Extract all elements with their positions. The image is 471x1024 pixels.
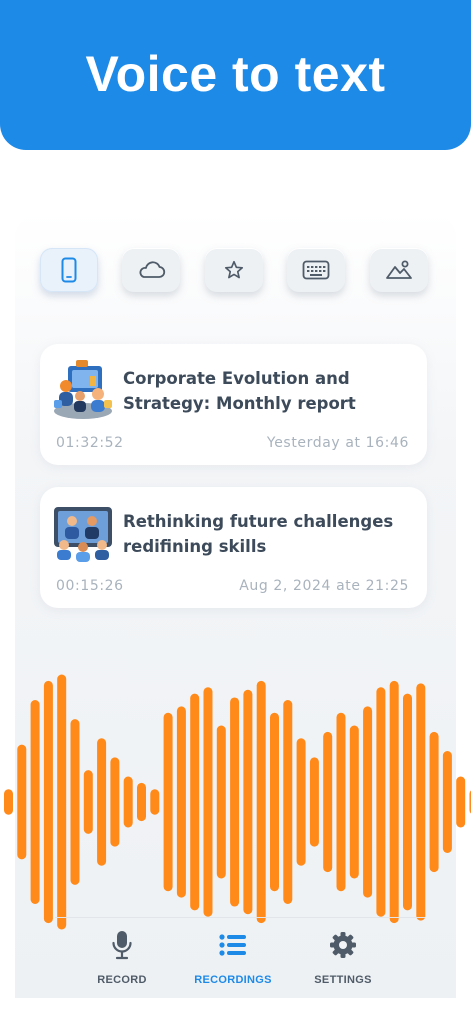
filter-cloud-button[interactable]: [122, 248, 180, 292]
waveform-bar: [230, 697, 240, 907]
waveform-bar: [30, 700, 40, 904]
keyboard-icon: [302, 260, 330, 280]
recording-title: Corporate Evolution and Strategy: Monthl…: [123, 369, 356, 413]
tabbar-divider: [55, 917, 425, 918]
filter-keyboard-button[interactable]: [287, 248, 345, 292]
tab-recordings-label: RECORDINGS: [194, 974, 272, 986]
waveform-bar: [283, 700, 293, 904]
filter-image-button[interactable]: [370, 248, 428, 292]
waveform-bar: [416, 683, 426, 921]
waveform-bar: [243, 689, 253, 915]
waveform-bar: [123, 776, 133, 828]
tab-record[interactable]: RECORD: [67, 928, 177, 990]
waveform-bar: [403, 693, 412, 911]
filter-bar: [40, 248, 428, 292]
waveform-bar: [137, 782, 146, 822]
waveform-bar: [97, 738, 107, 866]
tab-record-label: RECORD: [97, 974, 147, 986]
waveform-bar: [17, 744, 27, 860]
waveform-bar: [456, 776, 466, 828]
tab-recordings[interactable]: RECORDINGS: [178, 928, 288, 990]
waveform-bar: [270, 712, 279, 892]
waveform-bar: [349, 725, 359, 879]
video-conference-thumbnail: [54, 507, 112, 562]
waveform-bar: [216, 725, 226, 879]
star-icon: [224, 260, 244, 279]
recording-card[interactable]: Corporate Evolution and Strategy: Monthl…: [40, 344, 427, 465]
waveform-bar: [363, 706, 373, 898]
waveform-bar: [4, 789, 13, 815]
waveform-bar: [176, 706, 186, 898]
waveform-bar: [190, 693, 200, 911]
list-icon: [219, 934, 246, 956]
waveform-bar: [256, 680, 266, 924]
waveform-bar: [442, 751, 452, 853]
waveform-bar: [43, 680, 53, 924]
waveform-bar: [376, 687, 386, 917]
waveform-bar: [336, 712, 346, 892]
waveform-bar: [389, 680, 399, 924]
waveform-bar: [57, 674, 67, 930]
banner-title: Voice to text: [85, 46, 386, 102]
tab-settings[interactable]: SETTINGS: [288, 928, 398, 990]
header-banner: Voice to text: [0, 0, 471, 150]
gear-icon: [330, 932, 356, 958]
filter-phone-button[interactable]: [40, 248, 98, 292]
image-icon: [386, 260, 412, 279]
recording-duration: 00:15:26: [56, 578, 124, 594]
recording-duration: 01:32:52: [56, 435, 124, 451]
microphone-icon: [112, 931, 132, 960]
waveform-bar: [323, 731, 333, 873]
recording-date: Aug 2, 2024 ate 21:25: [239, 578, 409, 594]
waveform-bar: [70, 719, 80, 885]
waveform-bar: [110, 757, 120, 847]
waveform-bar: [429, 731, 439, 873]
recording-title: Rethinking future challenges redifining …: [123, 512, 394, 556]
cloud-icon: [139, 261, 166, 278]
waveform-bar: [83, 770, 93, 834]
phone-icon: [61, 257, 77, 283]
waveform-bar: [296, 738, 306, 866]
waveform-bar: [163, 712, 173, 892]
tab-settings-label: SETTINGS: [314, 974, 372, 986]
waveform-bar: [150, 789, 160, 815]
waveform-bar: [309, 757, 319, 847]
business-meeting-thumbnail: [54, 360, 112, 419]
audio-waveform: [4, 674, 471, 930]
recording-card[interactable]: Rethinking future challenges redifining …: [40, 487, 427, 608]
waveform-bar: [203, 687, 213, 917]
filter-star-button[interactable]: [205, 248, 263, 292]
recording-date: Yesterday at 16:46: [266, 435, 409, 451]
